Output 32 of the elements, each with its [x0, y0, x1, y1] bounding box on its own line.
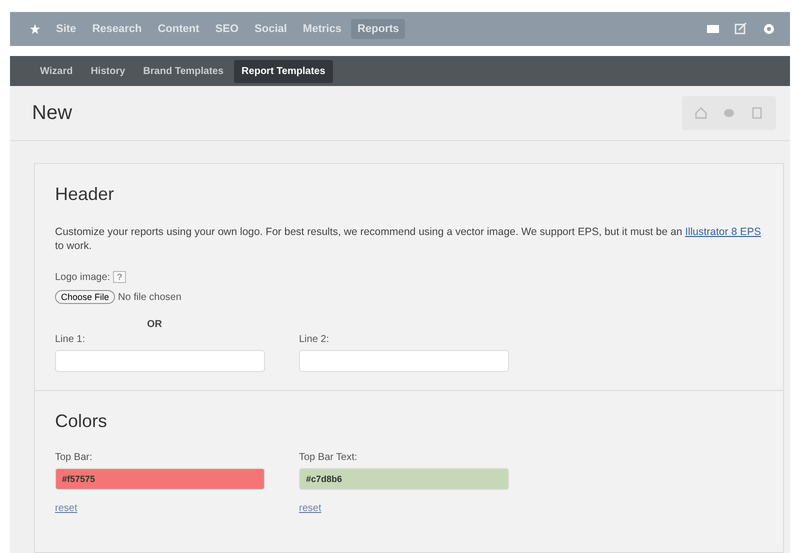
description-text: Customize your reports using your own logo. For best results, we recommend using a vector image. We support EPS, but it must be an Illustrator 8 EPS to work. [55, 225, 762, 253]
comment-icon[interactable] [722, 106, 736, 120]
sub-nav-tab[interactable]: Brand Templates [135, 60, 232, 82]
field-label: Top Bar Text: [299, 452, 358, 463]
help-button[interactable]: ? [113, 271, 126, 283]
color-field[interactable]: #f57575 [55, 468, 265, 490]
home-icon[interactable] [694, 106, 708, 120]
file-status: No file chosen [118, 292, 182, 302]
field-label: Line 2: [299, 334, 330, 345]
field-label: Line 1: [55, 334, 86, 345]
input-field[interactable] [299, 350, 509, 372]
field-label: Logo image: [55, 272, 110, 283]
star-icon [30, 24, 40, 34]
sub-nav-tab[interactable]: Report Templates [234, 60, 334, 82]
edit-icon[interactable] [734, 22, 748, 36]
mail-icon[interactable] [706, 22, 720, 36]
settings-icon[interactable] [762, 22, 776, 36]
sub-nav-tab[interactable]: History [82, 60, 134, 82]
illustrator-link[interactable]: Illustrator 8 EPS [685, 226, 761, 238]
color-field[interactable]: #c7d8b6 [299, 468, 509, 490]
or-text: OR [147, 319, 162, 330]
sub-nav-tab[interactable]: Wizard [32, 60, 81, 82]
reset-link[interactable]: reset [55, 503, 78, 514]
input-field[interactable] [55, 350, 265, 372]
document-icon[interactable] [750, 106, 764, 120]
nav-tab[interactable]: Reports [351, 19, 406, 39]
section-title: Colors [55, 411, 108, 432]
reset-link[interactable]: reset [299, 503, 322, 514]
page-title: New [32, 102, 72, 124]
section-title: Header [55, 184, 116, 205]
choose-file-button[interactable]: Choose File [55, 290, 116, 304]
field-label: Top Bar: [55, 452, 94, 463]
